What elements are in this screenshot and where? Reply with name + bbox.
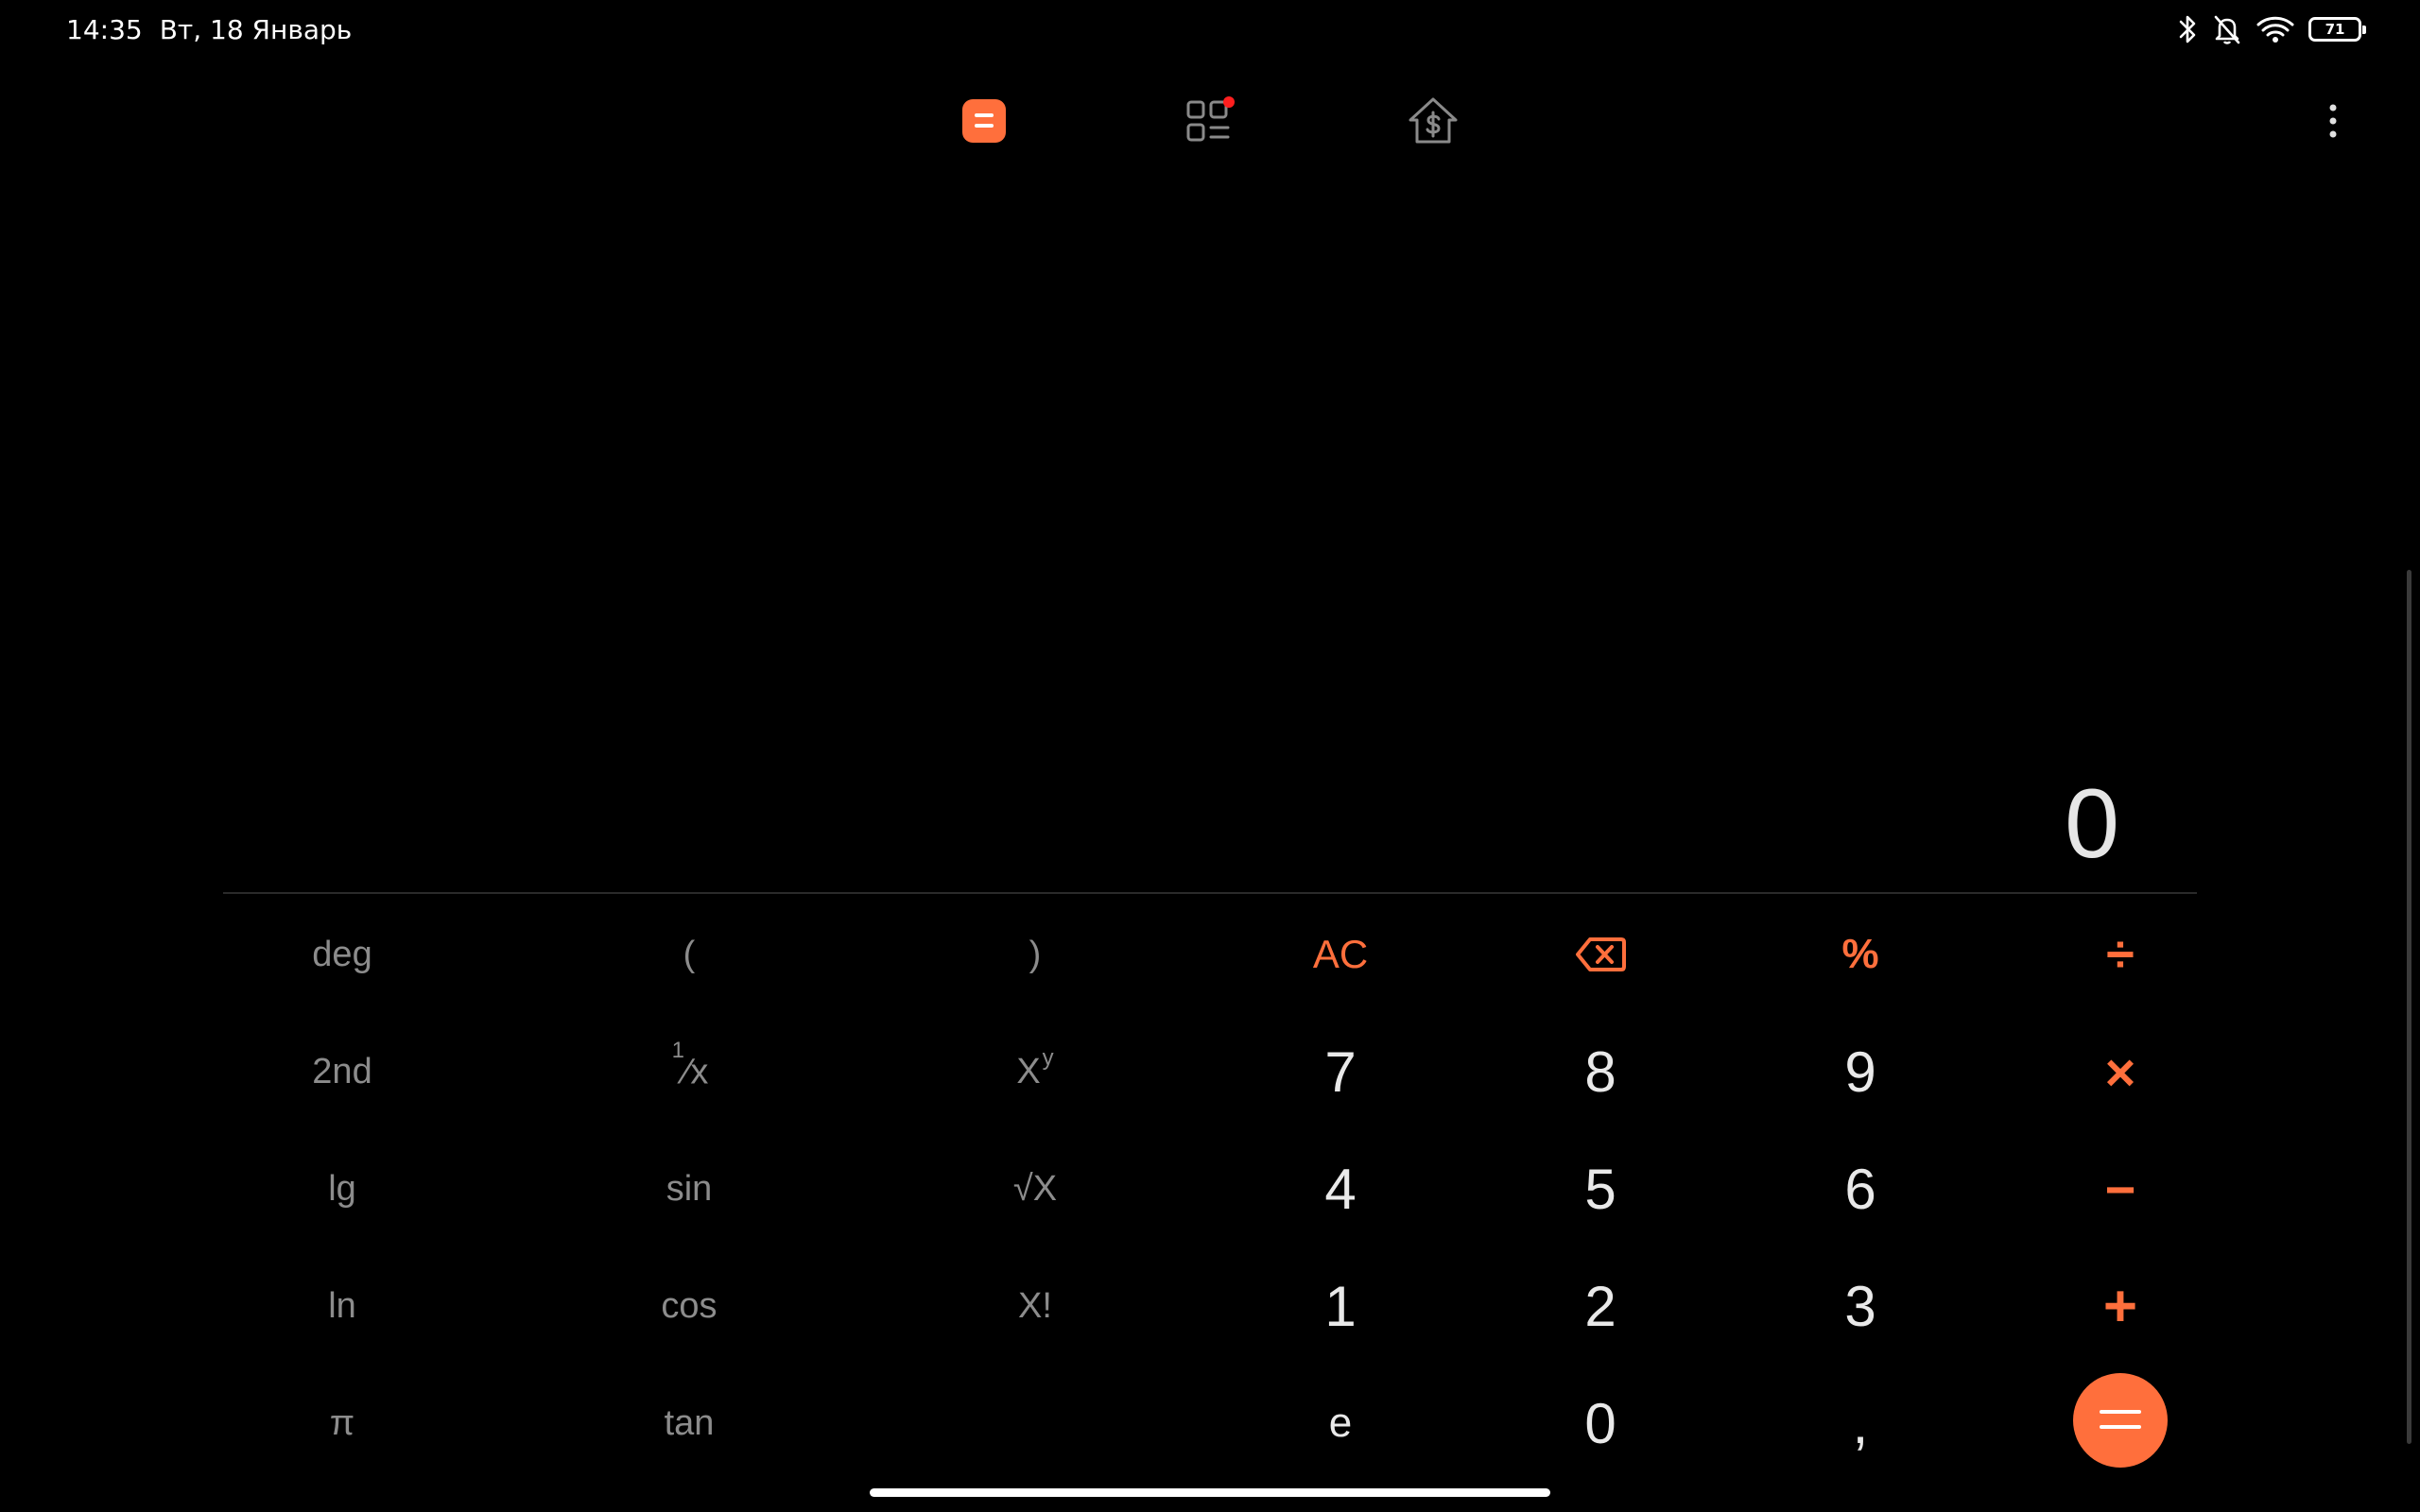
reciprocal-numerator: 1: [671, 1037, 684, 1063]
power-base: X: [1016, 1051, 1041, 1091]
key-multiply[interactable]: ×: [2045, 1020, 2196, 1124]
key-ln[interactable]: ln: [267, 1254, 418, 1358]
home-indicator-bar[interactable]: [870, 1488, 1550, 1497]
key-7[interactable]: 7: [1265, 1020, 1416, 1124]
reciprocal-label: 1⁄x: [671, 1037, 709, 1092]
key-lg[interactable]: lg: [267, 1137, 418, 1241]
key-sqrt[interactable]: √X: [959, 1137, 1111, 1241]
status-time: 14:35: [66, 13, 143, 45]
result-display: 0: [223, 756, 2197, 893]
key-plus[interactable]: +: [2045, 1254, 2196, 1358]
notification-badge: [1223, 96, 1235, 108]
key-6[interactable]: 6: [1785, 1137, 1936, 1241]
wifi-icon: [2256, 16, 2294, 43]
key-cos[interactable]: cos: [614, 1254, 765, 1358]
equals-icon: =: [2100, 1410, 2141, 1429]
tab-mortgage[interactable]: [1405, 93, 1461, 149]
display-divider: [223, 892, 2197, 894]
key-pi[interactable]: π: [267, 1371, 418, 1475]
key-backspace[interactable]: [1525, 902, 1676, 1006]
power-exponent: y: [1042, 1045, 1054, 1071]
equals-circle: =: [2073, 1373, 2168, 1468]
calculator-screen: 14:35 Вт, 18 Январь 71 0 deg () AC % ÷ …: [0, 0, 2420, 1512]
key-4[interactable]: 4: [1265, 1137, 1416, 1241]
key-power[interactable]: Xy: [959, 1020, 1111, 1124]
status-left: 14:35 Вт, 18 Январь: [66, 14, 352, 45]
key-8[interactable]: 8: [1525, 1020, 1676, 1124]
key-0[interactable]: 0: [1525, 1371, 1676, 1475]
key-reciprocal[interactable]: 1⁄x: [614, 1020, 765, 1124]
key-percent[interactable]: %: [1785, 902, 1936, 1006]
key-5[interactable]: 5: [1525, 1137, 1676, 1241]
key-comma[interactable]: ,: [1785, 1371, 1936, 1475]
tab-calculator[interactable]: [956, 93, 1012, 149]
status-date: Вт, 18 Январь: [159, 13, 353, 45]
backspace-icon: [1576, 937, 1626, 971]
more-options-button[interactable]: [2318, 98, 2348, 144]
key-equals[interactable]: =: [2045, 1368, 2196, 1472]
more-vertical-icon: [2329, 104, 2337, 138]
key-2nd[interactable]: 2nd: [267, 1020, 418, 1124]
key-2[interactable]: 2: [1525, 1254, 1676, 1358]
reciprocal-denominator: x: [690, 1052, 709, 1092]
key-open-paren[interactable]: (: [614, 902, 765, 1006]
key-3[interactable]: 3: [1785, 1254, 1936, 1358]
calculator-icon: [962, 99, 1006, 143]
key-e[interactable]: e: [1265, 1371, 1416, 1475]
key-minus[interactable]: −: [2045, 1137, 2196, 1241]
grid-list-icon: [1186, 96, 1235, 142]
key-factorial[interactable]: X!: [959, 1254, 1111, 1358]
key-clear-all[interactable]: AC: [1265, 902, 1416, 1006]
key-deg[interactable]: deg: [267, 902, 418, 1006]
bluetooth-icon: [2179, 15, 2196, 43]
battery-level: 71: [2325, 21, 2345, 38]
status-bar: 14:35 Вт, 18 Январь 71: [0, 0, 2420, 59]
key-tan[interactable]: tan: [614, 1371, 765, 1475]
status-right: 71: [2178, 13, 2366, 45]
key-close-paren[interactable]: ): [959, 902, 1111, 1006]
tab-converters[interactable]: [1181, 93, 1237, 149]
keypad: deg ( ) AC % ÷ 2nd 1⁄x Xy 7 8 9 × lg sin…: [0, 896, 2420, 1482]
scroll-indicator: [2407, 570, 2411, 1444]
house-dollar-icon: [1409, 97, 1458, 144]
key-divide[interactable]: ÷: [2045, 902, 2196, 1006]
key-sin[interactable]: sin: [614, 1137, 765, 1241]
key-1[interactable]: 1: [1265, 1254, 1416, 1358]
battery-icon: 71: [2308, 17, 2366, 42]
display-value: 0: [2065, 769, 2119, 879]
bell-muted-icon: [2214, 15, 2240, 44]
key-9[interactable]: 9: [1785, 1020, 1936, 1124]
